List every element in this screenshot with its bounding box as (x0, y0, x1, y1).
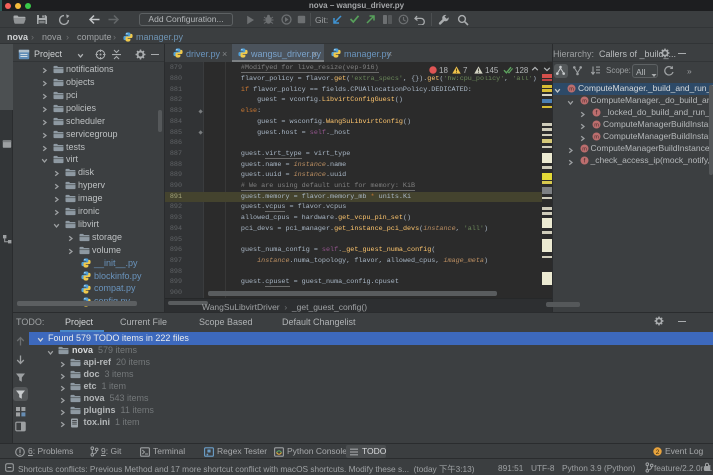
svg-text:m: m (582, 99, 587, 105)
svg-text:m: m (569, 87, 574, 93)
svg-text:m: m (594, 123, 599, 129)
svg-text:m: m (594, 135, 599, 141)
svg-text:2: 2 (656, 448, 660, 455)
svg-text:m: m (582, 147, 587, 153)
